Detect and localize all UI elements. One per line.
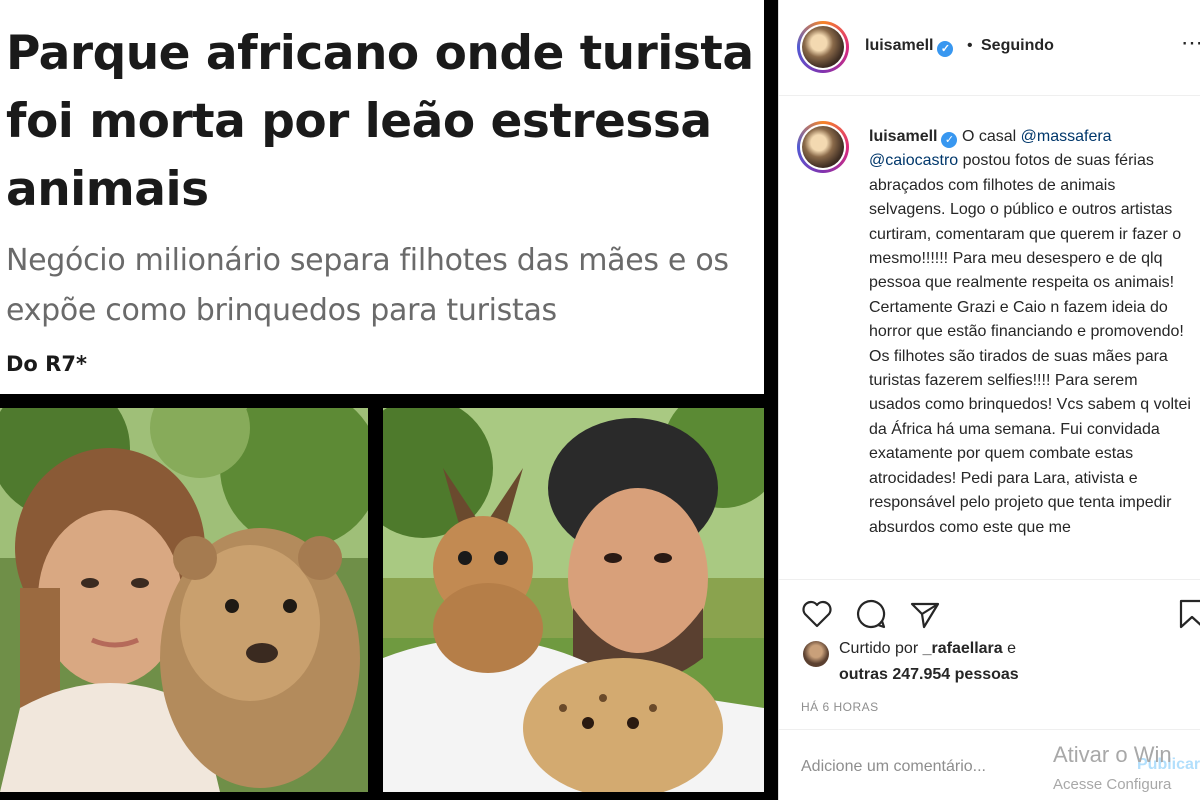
caption-text-intro: O casal: [961, 128, 1021, 145]
avatar[interactable]: [797, 21, 849, 73]
verified-badge-icon: ✓: [941, 132, 958, 148]
mention-link-caiocastro[interactable]: @caiocastro: [869, 152, 958, 169]
mention-link-massafera[interactable]: @massafera: [1021, 128, 1112, 145]
caption-username[interactable]: luisamell: [869, 128, 937, 145]
share-icon[interactable]: [907, 596, 943, 632]
more-options-icon[interactable]: ⋯: [1181, 30, 1200, 56]
liked-by-text: Curtido por _rafaellara e: [839, 640, 1016, 658]
comment-input[interactable]: [801, 758, 1041, 776]
comment-icon[interactable]: [853, 596, 889, 632]
post-header: luisamell ✓ • Seguindo ⋯: [779, 0, 1200, 96]
caption-scroll-area[interactable]: luisamell ✓ O casal @massafera @caiocastr…: [779, 97, 1200, 579]
likes-count-link[interactable]: outras 247.954 pessoas: [839, 666, 1019, 684]
liked-by-user-link[interactable]: _rafaellara: [923, 640, 1003, 657]
liked-by-conj: e: [1007, 640, 1017, 657]
verified-badge-icon: ✓: [937, 41, 954, 57]
post-timestamp[interactable]: HÁ 6 HORAS: [801, 700, 879, 714]
liked-by-prefix: Curtido por: [839, 640, 919, 657]
bookmark-icon[interactable]: [1177, 596, 1200, 632]
post-media[interactable]: Parque africano onde turista foi morta p…: [0, 0, 778, 800]
header-username[interactable]: luisamell: [865, 37, 933, 54]
news-source: Do R7*: [6, 352, 87, 376]
comment-box: Publicar Ativar o Win Acesse Configura: [779, 729, 1200, 800]
photo-woman-with-lion-cub: [0, 408, 368, 792]
liker-avatar[interactable]: [803, 641, 829, 667]
windows-activation-watermark-subtitle: Acesse Configura: [1053, 776, 1172, 793]
separator-dot: •: [967, 37, 973, 54]
others-prefix[interactable]: outras: [839, 666, 888, 683]
caption-text-body: postou fotos de suas férias abraçados co…: [869, 152, 1191, 536]
windows-activation-watermark-title: Ativar o Win: [1053, 742, 1172, 767]
news-subheadline: Negócio milionário separa filhotes das m…: [6, 243, 729, 328]
caption-avatar[interactable]: [797, 121, 849, 173]
photo-man-with-caracal-and-cub: [383, 408, 764, 792]
header-username-link[interactable]: luisamell ✓: [865, 37, 954, 57]
post-side-panel: luisamell ✓ • Seguindo ⋯ luisamell ✓ O cas…: [778, 0, 1200, 800]
post-actions: Curtido por _rafaellara e outras 247.954…: [779, 579, 1200, 729]
news-headline-card: Parque africano onde turista foi morta p…: [0, 0, 764, 394]
following-button[interactable]: Seguindo: [981, 37, 1054, 55]
heart-icon[interactable]: [799, 596, 835, 632]
post-caption: luisamell ✓ O casal @massafera @caiocastr…: [869, 125, 1193, 540]
news-headline: Parque africano onde turista foi morta p…: [6, 26, 754, 217]
others-count[interactable]: 247.954 pessoas: [892, 666, 1018, 683]
